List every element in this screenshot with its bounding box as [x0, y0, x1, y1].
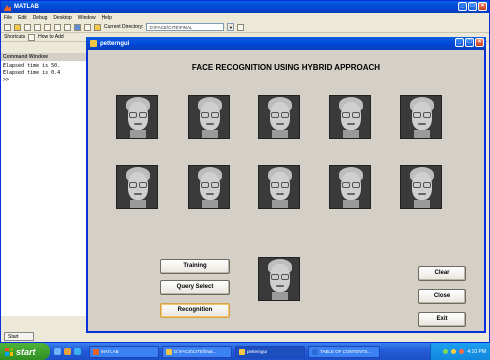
current-directory-label: Current Directory:: [104, 24, 144, 30]
taskbar: start MATLAB D:\FACE\CITE\final... pette…: [0, 343, 490, 360]
maximize-icon[interactable]: □: [468, 2, 477, 11]
media-icon[interactable]: [74, 348, 81, 355]
undo-icon[interactable]: [54, 23, 61, 31]
current-directory-field[interactable]: D:\FACE\CITE\FINAL: [146, 23, 225, 31]
command-window-header: Command Window: [1, 53, 87, 61]
training-button[interactable]: Training: [160, 259, 230, 274]
system-tray: 4:10 PM: [430, 343, 490, 360]
command-line: Elapsed time is 0.4: [3, 70, 61, 76]
figure-icon: [90, 40, 97, 47]
command-window[interactable]: Elapsed time is 50. Elapsed time is 0.4 >>: [1, 61, 87, 316]
menu-file[interactable]: File: [4, 15, 12, 21]
query-face-image: [258, 257, 300, 301]
start-button[interactable]: start: [0, 343, 50, 360]
training-face-image: [400, 165, 442, 209]
browser-icon[interactable]: [64, 348, 71, 355]
matlab-toolbar: Current Directory: D:\FACE\CITE\FINAL ▼: [1, 22, 489, 33]
minimize-icon[interactable]: _: [458, 2, 467, 11]
matlab-title-bar[interactable]: MATLAB _ □ ×: [1, 1, 489, 13]
close-icon[interactable]: ×: [475, 38, 484, 47]
windows-logo-icon: [5, 347, 13, 356]
help-icon[interactable]: [94, 23, 101, 31]
matlab-logo-icon: [93, 348, 99, 355]
maximize-icon[interactable]: □: [465, 38, 474, 47]
shortcut-icon: [28, 33, 36, 41]
volume-icon[interactable]: [451, 349, 457, 354]
folder-icon: [166, 348, 172, 355]
copy-icon[interactable]: [34, 23, 41, 31]
training-face-image: [116, 95, 158, 139]
gui-heading: FACE RECOGNITION USING HYBRID APPROACH: [191, 63, 381, 72]
matlab-logo-icon: [4, 4, 11, 11]
exit-button[interactable]: Exit: [418, 312, 466, 327]
training-face-image: [258, 165, 300, 209]
training-face-image: [329, 95, 371, 139]
menu-desktop[interactable]: Desktop: [53, 15, 71, 21]
query-select-button[interactable]: Query Select: [160, 280, 230, 295]
menu-debug[interactable]: Debug: [33, 15, 48, 21]
cut-icon[interactable]: [24, 23, 31, 31]
browse-folder-icon[interactable]: [237, 23, 245, 31]
petterngui-window: petterngui _ □ × FACE RECOGNITION USING …: [86, 37, 486, 333]
figure-title: petterngui: [100, 40, 130, 47]
menu-edit[interactable]: Edit: [18, 15, 27, 21]
close-button[interactable]: Close: [418, 289, 466, 304]
training-face-image: [116, 165, 158, 209]
network-icon[interactable]: [443, 349, 449, 354]
taskbar-item-label: MATLAB: [101, 349, 119, 354]
training-face-image: [258, 95, 300, 139]
minimize-icon[interactable]: _: [455, 38, 464, 47]
taskbar-item-document[interactable]: TABLE OF CONTENTS...: [308, 345, 380, 358]
start-label: start: [16, 346, 36, 357]
show-desktop-icon[interactable]: [54, 348, 61, 355]
taskbar-item-folder[interactable]: D:\FACE\CITE\final...: [162, 345, 232, 358]
clear-button[interactable]: Clear: [418, 266, 466, 281]
paste-icon[interactable]: [44, 23, 51, 31]
new-file-icon[interactable]: [4, 23, 11, 31]
chevron-down-icon[interactable]: ▼: [227, 23, 235, 31]
clock[interactable]: 4:10 PM: [467, 349, 486, 355]
figure-icon: [239, 348, 245, 355]
matlab-start-button[interactable]: Start: [4, 332, 34, 341]
taskbar-item-label: petterngui: [247, 349, 268, 354]
menu-help[interactable]: Help: [102, 15, 112, 21]
taskbar-item-label: D:\FACE\CITE\final...: [174, 349, 217, 354]
taskbar-item-petterngui[interactable]: petterngui: [235, 345, 305, 358]
recognition-button[interactable]: Recognition: [160, 303, 230, 318]
how-to-add-link[interactable]: How to Add: [38, 34, 64, 40]
close-icon[interactable]: ×: [478, 2, 487, 11]
security-icon[interactable]: [459, 349, 465, 354]
open-folder-icon[interactable]: [14, 23, 21, 31]
shortcuts-label[interactable]: Shortcuts: [4, 34, 25, 40]
training-face-image: [188, 165, 230, 209]
command-line: Elapsed time is 50.: [3, 63, 61, 69]
desktop: MATLAB _ □ × File Edit Debug Desktop Win…: [0, 0, 490, 360]
simulink-icon[interactable]: [74, 23, 81, 31]
menu-window[interactable]: Window: [78, 15, 96, 21]
training-face-image: [400, 95, 442, 139]
taskbar-item-label: TABLE OF CONTENTS...: [320, 349, 372, 354]
taskbar-item-matlab[interactable]: MATLAB: [89, 345, 159, 358]
command-prompt: >>: [3, 77, 10, 83]
redo-icon[interactable]: [64, 23, 71, 31]
matlab-title: MATLAB: [14, 4, 39, 10]
guide-icon[interactable]: [84, 23, 91, 31]
training-face-image: [329, 165, 371, 209]
quick-launch: [54, 348, 81, 355]
figure-title-bar[interactable]: petterngui _ □ ×: [86, 37, 486, 50]
matlab-menubar: File Edit Debug Desktop Window Help: [1, 13, 489, 22]
word-document-icon: [312, 348, 318, 355]
training-face-image: [188, 95, 230, 139]
